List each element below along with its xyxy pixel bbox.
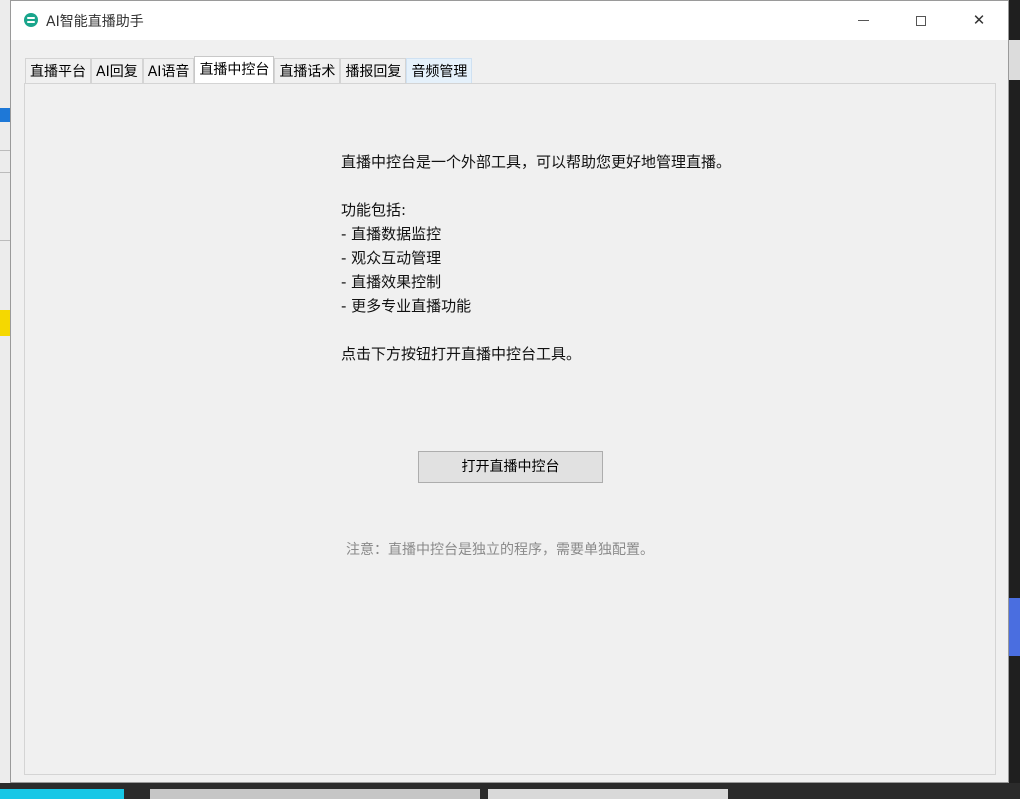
tab-live-platform[interactable]: 直播平台 [25,58,91,84]
intro-text: 直播中控台是一个外部工具，可以帮助您更好地管理直播。 [341,153,732,171]
tab-live-script[interactable]: 直播话术 [274,58,341,84]
app-logo-icon [24,13,38,27]
feature-item: - 直播效果控制 [341,273,442,291]
tab-ai-reply[interactable]: AI回复 [91,58,143,84]
live-console-panel: 直播中控台是一个外部工具，可以帮助您更好地管理直播。 功能包括: - 直播数据监… [24,83,996,775]
tab-bar: 直播平台 AI回复 AI语音 直播中控台 直播话术 播报回复 音频管理 [25,56,473,84]
taskbar-fragment [0,789,124,799]
title-bar[interactable]: AI智能直播助手 ✕ [11,1,1008,40]
instruction-text: 点击下方按钮打开直播中控台工具。 [341,345,582,363]
close-icon: ✕ [972,11,986,29]
background-app-right-edge [1009,0,1020,799]
background-app-fragment [0,108,10,122]
note-text: 注意：直播中控台是独立的程序，需要单独配置。 [346,542,654,558]
description-block: 直播中控台是一个外部工具，可以帮助您更好地管理直播。 功能包括: - 直播数据监… [341,150,731,366]
close-button[interactable]: ✕ [950,1,1008,40]
background-app-fragment [1009,598,1020,656]
maximize-button[interactable] [892,1,950,40]
tab-broadcast-reply[interactable]: 播报回复 [340,58,407,84]
window-title: AI智能直播助手 [46,14,144,30]
background-app-fragment [0,150,10,151]
features-heading: 功能包括: [341,201,407,219]
minimize-icon [857,20,869,21]
feature-item: - 更多专业直播功能 [341,297,472,315]
app-window: AI智能直播助手 ✕ 直播平台 AI回复 AI语音 直播中控台 直播话术 播报回… [10,0,1009,783]
background-app-fragment [0,172,10,173]
background-app-fragment [1009,40,1020,80]
tab-live-console[interactable]: 直播中控台 [194,56,275,84]
tab-audio-management[interactable]: 音频管理 [406,58,473,84]
background-app-fragment [0,310,10,336]
taskbar-fragment [488,789,728,799]
tab-ai-voice[interactable]: AI语音 [142,58,195,84]
taskbar-fragment [150,789,480,799]
background-app-fragment [0,240,10,241]
feature-item: - 直播数据监控 [341,225,442,243]
feature-item: - 观众互动管理 [341,249,442,267]
minimize-button[interactable] [834,1,892,40]
maximize-icon [916,15,926,26]
open-live-console-button[interactable]: 打开直播中控台 [418,451,603,483]
